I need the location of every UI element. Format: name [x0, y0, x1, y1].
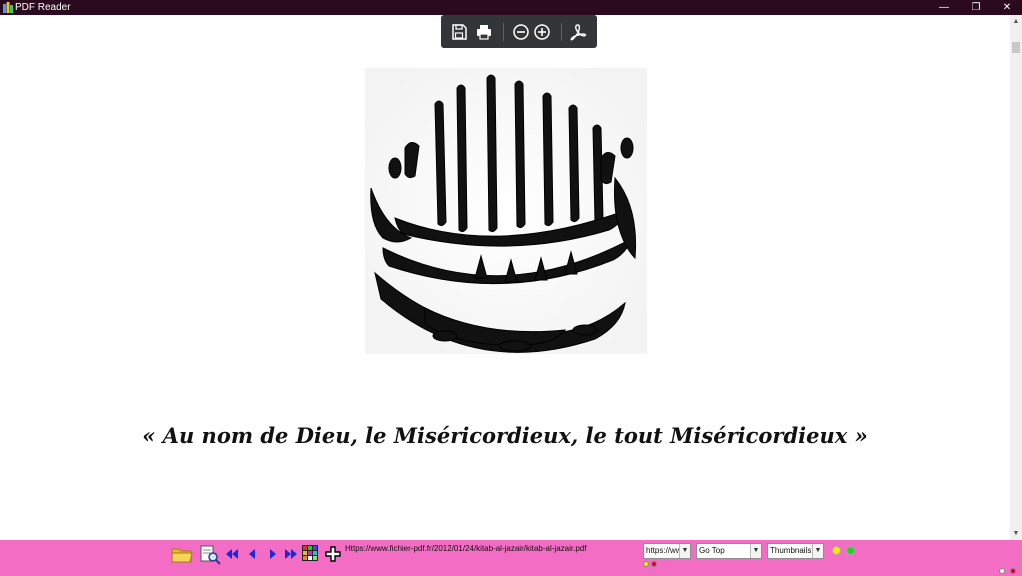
toolbar-separator [561, 23, 562, 41]
chevron-down-icon[interactable]: ▼ [750, 544, 761, 558]
small-red-dot-right[interactable] [1010, 568, 1016, 574]
small-white-dot[interactable] [999, 568, 1005, 574]
pdf-toolbar [441, 15, 597, 48]
chevron-down-icon[interactable]: ▼ [679, 544, 690, 558]
app-icon [3, 2, 13, 13]
previous-page-icon[interactable] [247, 548, 257, 560]
goto-combo[interactable]: Go Top ▼ [696, 543, 762, 559]
first-page-icon[interactable] [225, 548, 239, 560]
search-document-icon[interactable] [199, 545, 221, 565]
document-viewer[interactable]: « Au nom de Dieu, le Miséricordieux, le … [0, 15, 1010, 540]
add-icon[interactable] [325, 546, 341, 562]
small-yellow-dot[interactable] [643, 561, 649, 567]
vertical-scrollbar[interactable]: ▲ ▼ [1010, 15, 1022, 540]
minimize-button[interactable]: — [929, 0, 959, 15]
small-red-dot[interactable] [651, 561, 657, 567]
scroll-down-arrow-icon[interactable]: ▼ [1010, 529, 1022, 539]
toolbar-separator [503, 23, 504, 41]
url-combo-value: https://ww [646, 546, 682, 555]
bottom-control-bar: Https://www.fichier-pdf.fr/2012/01/24/ki… [0, 540, 1022, 576]
goto-combo-value: Go Top [699, 546, 725, 555]
bismillah-calligraphy-image [365, 68, 647, 354]
save-icon[interactable] [449, 22, 469, 42]
thumbnails-grid-icon[interactable] [302, 545, 318, 561]
chevron-down-icon[interactable]: ▼ [812, 544, 823, 558]
last-page-icon[interactable] [284, 548, 298, 560]
print-icon[interactable] [474, 22, 494, 42]
scroll-up-arrow-icon[interactable]: ▲ [1010, 17, 1022, 27]
open-folder-icon[interactable] [171, 546, 193, 564]
acrobat-icon[interactable] [568, 22, 588, 42]
scroll-thumb[interactable] [1012, 42, 1020, 53]
title-bar: PDF Reader — ❐ ✕ [0, 0, 1022, 15]
zoom-in-icon[interactable] [532, 22, 552, 42]
next-page-icon[interactable] [268, 548, 278, 560]
maximize-button[interactable]: ❐ [961, 0, 991, 15]
window-title: PDF Reader [15, 2, 71, 13]
url-combo[interactable]: https://ww ▼ [643, 543, 691, 559]
yellow-status-dot[interactable] [832, 546, 841, 555]
view-mode-combo-value: Thumbnails [770, 546, 812, 555]
close-button[interactable]: ✕ [992, 0, 1022, 15]
view-mode-combo[interactable]: Thumbnails ▼ [767, 543, 824, 559]
zoom-out-icon[interactable] [511, 22, 531, 42]
green-status-dot[interactable] [846, 546, 855, 555]
document-url: Https://www.fichier-pdf.fr/2012/01/24/ki… [345, 544, 587, 553]
document-caption: « Au nom de Dieu, le Miséricordieux, le … [142, 423, 868, 448]
